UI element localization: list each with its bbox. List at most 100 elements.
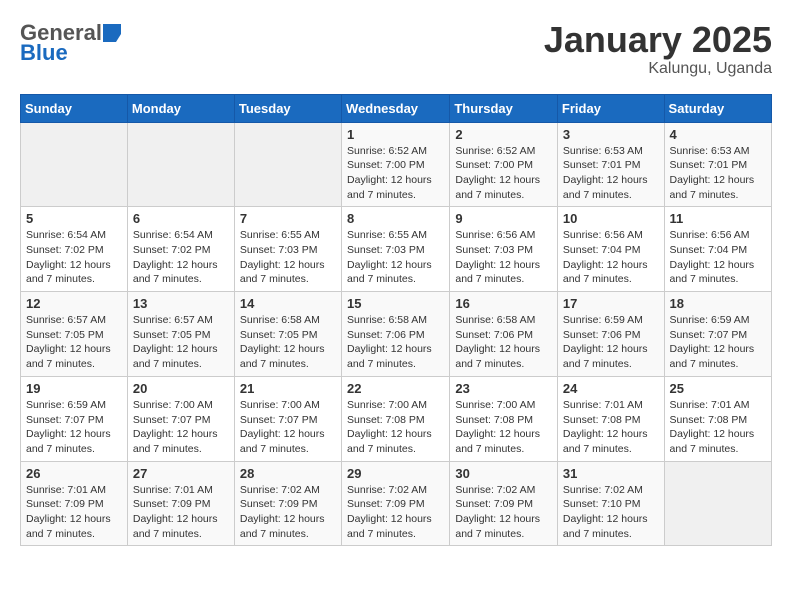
day-number: 14 <box>240 296 336 311</box>
calendar-cell: 19 Sunrise: 6:59 AM Sunset: 7:07 PM Dayli… <box>21 376 128 461</box>
calendar-cell: 1 Sunrise: 6:52 AM Sunset: 7:00 PM Daylig… <box>342 122 450 207</box>
day-number: 6 <box>133 211 229 226</box>
calendar-cell: 12Sunrise: 6:57 AM Sunset: 7:05 PM Dayli… <box>21 292 128 377</box>
day-info: Sunrise: 6:57 AM Sunset: 7:05 PM Dayligh… <box>133 313 229 372</box>
day-number: 24 <box>563 381 659 396</box>
calendar-cell: 24 Sunrise: 7:01 AM Sunset: 7:08 PM Dayli… <box>557 376 664 461</box>
day-info: Sunrise: 6:56 AM Sunset: 7:04 PM Dayligh… <box>670 228 766 287</box>
day-number: 30 <box>455 466 552 481</box>
calendar-cell: 11 Sunrise: 6:56 AM Sunset: 7:04 PM Dayli… <box>664 207 771 292</box>
day-info: Sunrise: 7:02 AM Sunset: 7:09 PM Dayligh… <box>455 483 552 542</box>
day-number: 18 <box>670 296 766 311</box>
day-number: 7 <box>240 211 336 226</box>
day-number: 3 <box>563 127 659 142</box>
day-info: Sunrise: 7:02 AM Sunset: 7:09 PM Dayligh… <box>347 483 444 542</box>
calendar-cell: 31 Sunrise: 7:02 AM Sunset: 7:10 PM Dayli… <box>557 461 664 546</box>
calendar-cell: 25 Sunrise: 7:01 AM Sunset: 7:08 PM Dayli… <box>664 376 771 461</box>
calendar-cell: 15 Sunrise: 6:58 AM Sunset: 7:06 PM Dayli… <box>342 292 450 377</box>
day-number: 15 <box>347 296 444 311</box>
calendar-cell: 21 Sunrise: 7:00 AM Sunset: 7:07 PM Dayli… <box>234 376 341 461</box>
day-info: Sunrise: 6:59 AM Sunset: 7:06 PM Dayligh… <box>563 313 659 372</box>
calendar-cell <box>127 122 234 207</box>
calendar-week-3: 12Sunrise: 6:57 AM Sunset: 7:05 PM Dayli… <box>21 292 772 377</box>
calendar-cell: 5 Sunrise: 6:54 AM Sunset: 7:02 PM Daylig… <box>21 207 128 292</box>
day-info: Sunrise: 7:00 AM Sunset: 7:08 PM Dayligh… <box>455 398 552 457</box>
day-number: 1 <box>347 127 444 142</box>
day-number: 4 <box>670 127 766 142</box>
calendar-cell: 10Sunrise: 6:56 AM Sunset: 7:04 PM Dayli… <box>557 207 664 292</box>
day-header-friday: Friday <box>557 94 664 122</box>
calendar-week-5: 26Sunrise: 7:01 AM Sunset: 7:09 PM Dayli… <box>21 461 772 546</box>
day-info: Sunrise: 6:58 AM Sunset: 7:06 PM Dayligh… <box>455 313 552 372</box>
calendar-cell: 4 Sunrise: 6:53 AM Sunset: 7:01 PM Daylig… <box>664 122 771 207</box>
calendar-cell: 30 Sunrise: 7:02 AM Sunset: 7:09 PM Dayli… <box>450 461 558 546</box>
day-number: 28 <box>240 466 336 481</box>
day-number: 5 <box>26 211 122 226</box>
day-info: Sunrise: 7:00 AM Sunset: 7:07 PM Dayligh… <box>133 398 229 457</box>
day-number: 2 <box>455 127 552 142</box>
calendar-cell: 7 Sunrise: 6:55 AM Sunset: 7:03 PM Daylig… <box>234 207 341 292</box>
day-info: Sunrise: 6:59 AM Sunset: 7:07 PM Dayligh… <box>670 313 766 372</box>
calendar-table: SundayMondayTuesdayWednesdayThursdayFrid… <box>20 94 772 547</box>
day-number: 17 <box>563 296 659 311</box>
calendar-cell: 9Sunrise: 6:56 AM Sunset: 7:03 PM Daylig… <box>450 207 558 292</box>
calendar-header-row: SundayMondayTuesdayWednesdayThursdayFrid… <box>21 94 772 122</box>
logo: General Blue <box>20 20 122 66</box>
calendar-cell: 18 Sunrise: 6:59 AM Sunset: 7:07 PM Dayli… <box>664 292 771 377</box>
calendar-cell: 26Sunrise: 7:01 AM Sunset: 7:09 PM Dayli… <box>21 461 128 546</box>
calendar-cell <box>21 122 128 207</box>
day-header-sunday: Sunday <box>21 94 128 122</box>
day-info: Sunrise: 6:52 AM Sunset: 7:00 PM Dayligh… <box>455 144 552 203</box>
day-info: Sunrise: 7:01 AM Sunset: 7:08 PM Dayligh… <box>670 398 766 457</box>
calendar-cell: 16 Sunrise: 6:58 AM Sunset: 7:06 PM Dayli… <box>450 292 558 377</box>
day-info: Sunrise: 6:54 AM Sunset: 7:02 PM Dayligh… <box>133 228 229 287</box>
day-info: Sunrise: 6:52 AM Sunset: 7:00 PM Dayligh… <box>347 144 444 203</box>
day-number: 29 <box>347 466 444 481</box>
calendar-cell: 2 Sunrise: 6:52 AM Sunset: 7:00 PM Daylig… <box>450 122 558 207</box>
logo-blue: Blue <box>20 40 68 66</box>
day-header-saturday: Saturday <box>664 94 771 122</box>
day-info: Sunrise: 6:54 AM Sunset: 7:02 PM Dayligh… <box>26 228 122 287</box>
calendar-week-4: 19 Sunrise: 6:59 AM Sunset: 7:07 PM Dayli… <box>21 376 772 461</box>
day-number: 23 <box>455 381 552 396</box>
calendar-cell: 6 Sunrise: 6:54 AM Sunset: 7:02 PM Daylig… <box>127 207 234 292</box>
day-info: Sunrise: 6:53 AM Sunset: 7:01 PM Dayligh… <box>670 144 766 203</box>
calendar-cell: 14 Sunrise: 6:58 AM Sunset: 7:05 PM Dayli… <box>234 292 341 377</box>
day-info: Sunrise: 6:55 AM Sunset: 7:03 PM Dayligh… <box>240 228 336 287</box>
calendar-cell: 27Sunrise: 7:01 AM Sunset: 7:09 PM Dayli… <box>127 461 234 546</box>
day-info: Sunrise: 6:57 AM Sunset: 7:05 PM Dayligh… <box>26 313 122 372</box>
day-info: Sunrise: 6:58 AM Sunset: 7:06 PM Dayligh… <box>347 313 444 372</box>
day-number: 8 <box>347 211 444 226</box>
day-number: 16 <box>455 296 552 311</box>
day-number: 27 <box>133 466 229 481</box>
calendar-cell: 8 Sunrise: 6:55 AM Sunset: 7:03 PM Daylig… <box>342 207 450 292</box>
calendar-cell: 28Sunrise: 7:02 AM Sunset: 7:09 PM Dayli… <box>234 461 341 546</box>
day-number: 26 <box>26 466 122 481</box>
calendar-week-1: 1 Sunrise: 6:52 AM Sunset: 7:00 PM Daylig… <box>21 122 772 207</box>
calendar-cell <box>664 461 771 546</box>
day-info: Sunrise: 6:58 AM Sunset: 7:05 PM Dayligh… <box>240 313 336 372</box>
day-number: 21 <box>240 381 336 396</box>
calendar-cell: 20 Sunrise: 7:00 AM Sunset: 7:07 PM Dayli… <box>127 376 234 461</box>
day-number: 22 <box>347 381 444 396</box>
day-header-wednesday: Wednesday <box>342 94 450 122</box>
day-header-tuesday: Tuesday <box>234 94 341 122</box>
calendar-cell: 29 Sunrise: 7:02 AM Sunset: 7:09 PM Dayli… <box>342 461 450 546</box>
day-info: Sunrise: 7:01 AM Sunset: 7:08 PM Dayligh… <box>563 398 659 457</box>
day-info: Sunrise: 7:02 AM Sunset: 7:10 PM Dayligh… <box>563 483 659 542</box>
calendar-cell: 17 Sunrise: 6:59 AM Sunset: 7:06 PM Dayli… <box>557 292 664 377</box>
month-title: January 2025 <box>544 20 772 60</box>
day-info: Sunrise: 6:55 AM Sunset: 7:03 PM Dayligh… <box>347 228 444 287</box>
day-info: Sunrise: 6:59 AM Sunset: 7:07 PM Dayligh… <box>26 398 122 457</box>
day-number: 19 <box>26 381 122 396</box>
day-number: 20 <box>133 381 229 396</box>
day-number: 31 <box>563 466 659 481</box>
logo-icon <box>103 24 121 42</box>
day-number: 11 <box>670 211 766 226</box>
day-info: Sunrise: 7:00 AM Sunset: 7:07 PM Dayligh… <box>240 398 336 457</box>
day-info: Sunrise: 6:53 AM Sunset: 7:01 PM Dayligh… <box>563 144 659 203</box>
day-number: 25 <box>670 381 766 396</box>
calendar-cell: 23 Sunrise: 7:00 AM Sunset: 7:08 PM Dayli… <box>450 376 558 461</box>
calendar-cell <box>234 122 341 207</box>
day-number: 10 <box>563 211 659 226</box>
